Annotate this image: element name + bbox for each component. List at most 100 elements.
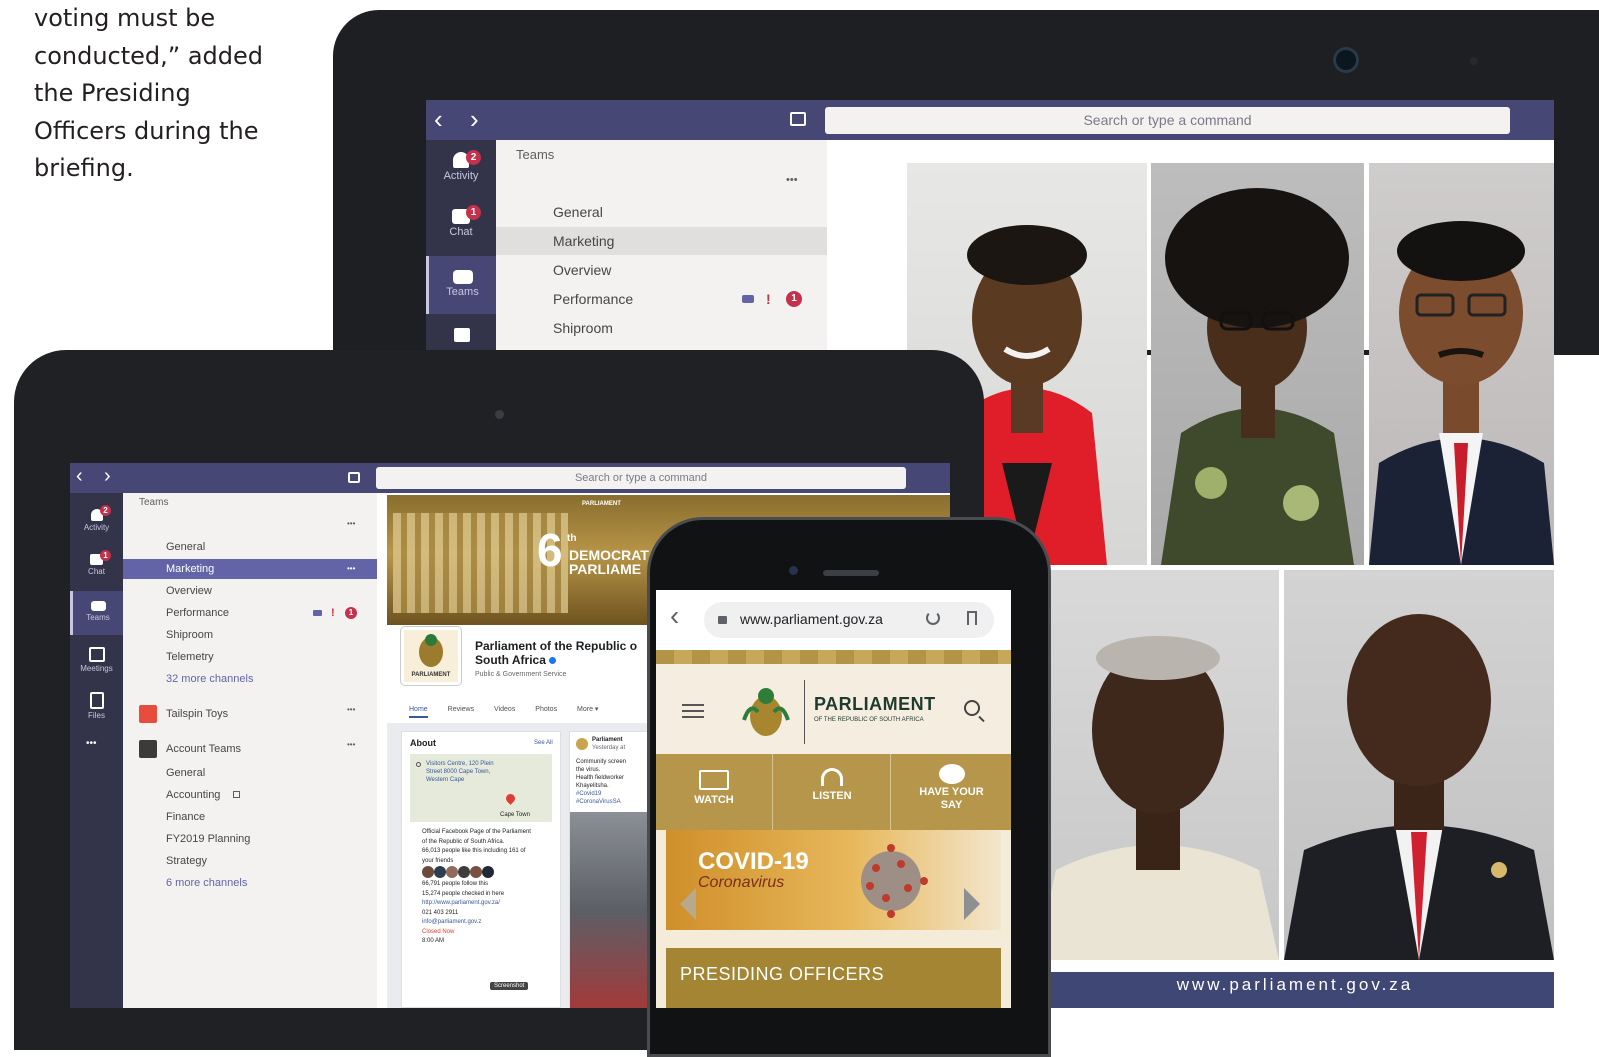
- channel-performance[interactable]: Performance ! 1: [496, 285, 827, 313]
- rail-files[interactable]: Files: [70, 688, 123, 728]
- channel-general[interactable]: General: [123, 537, 377, 557]
- rail-teams[interactable]: Teams: [70, 591, 123, 635]
- about-map[interactable]: Visitors Centre, 120 Plein Street 8000 C…: [410, 754, 552, 822]
- teams-topbar: ‹ › Search or type a command: [426, 100, 1554, 140]
- address-bar[interactable]: www.parliament.gov.za: [704, 602, 994, 638]
- tailspin-toys-icon: [139, 705, 157, 723]
- channel-label: Performance: [166, 607, 229, 619]
- article-line: briefing.: [34, 154, 134, 182]
- back-arrow-icon[interactable]: ‹: [76, 466, 83, 486]
- listen-tile[interactable]: LISTEN: [774, 754, 891, 830]
- channel-overview[interactable]: Overview: [123, 581, 377, 601]
- about-line: 8:00 AM: [422, 938, 445, 944]
- prev-slide-icon[interactable]: [680, 888, 696, 920]
- channel-shiproom[interactable]: Shiproom: [496, 314, 827, 342]
- back-tablet-camera: [1333, 47, 1359, 73]
- tab-photos[interactable]: Photos: [535, 706, 557, 713]
- bookmark-icon[interactable]: [967, 611, 977, 625]
- calendar-icon: [88, 647, 105, 662]
- compose-icon[interactable]: [348, 472, 360, 483]
- more-options-icon[interactable]: •••: [347, 559, 355, 579]
- search-input[interactable]: Search or type a command: [376, 467, 906, 489]
- activity-badge: 2: [100, 505, 111, 516]
- channel-marketing[interactable]: Marketing •••: [123, 559, 377, 579]
- search-input[interactable]: Search or type a command: [825, 107, 1510, 134]
- channel-telemetry[interactable]: Telemetry: [123, 647, 377, 667]
- email-link[interactable]: info@parliament.gov.z: [410, 918, 556, 928]
- teams-channel-pane-front: Teams ••• General Marketing ••• Overview…: [123, 493, 377, 1008]
- channel-fy2019-planning[interactable]: FY2019 Planning: [166, 829, 250, 849]
- calendar-icon[interactable]: [454, 328, 470, 342]
- rail-meetings[interactable]: Meetings: [70, 643, 123, 683]
- more-options-icon[interactable]: •••: [347, 740, 355, 749]
- coat-of-arms-icon: [742, 688, 790, 736]
- page-name-line2: South Africa: [475, 653, 637, 667]
- channel-overview[interactable]: Overview: [496, 256, 827, 284]
- rail-chat[interactable]: 1 Chat: [426, 205, 496, 255]
- more-channels-link[interactable]: 32 more channels: [166, 669, 253, 689]
- search-icon[interactable]: [964, 700, 980, 716]
- hamburger-menu-icon[interactable]: [682, 704, 704, 718]
- coat-of-arms-icon: [419, 634, 443, 667]
- channel-label: Overview: [553, 262, 612, 278]
- browser-back-icon[interactable]: ‹: [670, 602, 679, 630]
- more-channels-link[interactable]: 6 more channels: [166, 873, 247, 893]
- tab-reviews[interactable]: Reviews: [448, 706, 474, 713]
- channel-general[interactable]: General: [166, 763, 205, 783]
- channel-finance[interactable]: Finance: [166, 807, 205, 827]
- next-slide-icon[interactable]: [964, 888, 980, 920]
- channel-label: Shiproom: [553, 320, 613, 336]
- channel-shiproom[interactable]: Shiproom: [123, 625, 377, 645]
- channel-general[interactable]: General: [496, 198, 827, 226]
- rail-activity[interactable]: 2 Activity: [70, 505, 123, 545]
- team-account-teams[interactable]: Account Teams: [166, 740, 241, 758]
- about-items: Official Facebook Page of the Parliament…: [410, 828, 556, 947]
- map-city-label: Cape Town: [500, 812, 530, 818]
- teams-icon: [90, 601, 106, 611]
- channel-accounting[interactable]: Accounting: [166, 785, 220, 805]
- teams-header: Teams: [139, 497, 169, 508]
- rail-label: Chat: [88, 567, 105, 576]
- performance-badge: 1: [786, 291, 802, 307]
- website-link[interactable]: http://www.parliament.gov.za/: [410, 899, 556, 909]
- article-line: conducted,” added: [34, 41, 264, 70]
- rail-activity[interactable]: 2 Activity: [426, 148, 496, 198]
- channel-label: General: [553, 204, 603, 220]
- forward-arrow-icon[interactable]: ›: [470, 106, 479, 132]
- reload-icon[interactable]: [926, 611, 940, 625]
- have-your-say-tile[interactable]: HAVE YOUR SAY: [892, 754, 1011, 830]
- site-header: PARLIAMENT OF THE REPUBLIC OF SOUTH AFRI…: [656, 664, 1011, 754]
- tab-more[interactable]: More ▾: [577, 706, 598, 713]
- more-options-icon[interactable]: •••: [786, 174, 798, 186]
- rail-chat[interactable]: 1 Chat: [70, 550, 123, 590]
- tab-home[interactable]: Home: [409, 706, 428, 718]
- forward-arrow-icon[interactable]: ›: [104, 466, 111, 486]
- presiding-officers-banner[interactable]: PRESIDING OFFICERS: [666, 948, 1001, 1008]
- rail-label: Activity: [443, 170, 479, 182]
- post-line: the virus.: [576, 767, 601, 773]
- channel-label: Marketing: [553, 233, 615, 249]
- portrait-5: [1284, 570, 1554, 960]
- see-all-link[interactable]: See All: [534, 740, 553, 746]
- more-options-icon[interactable]: •••: [347, 519, 355, 528]
- post-line: Khayelitsha.: [576, 783, 609, 789]
- more-options-icon[interactable]: •••: [347, 705, 355, 714]
- about-line: 15,274 people checked in here: [422, 890, 505, 897]
- tab-videos[interactable]: Videos: [494, 706, 515, 713]
- back-arrow-icon[interactable]: ‹: [434, 106, 443, 132]
- channel-label: Shiproom: [166, 629, 214, 641]
- watch-tile[interactable]: WATCH: [656, 754, 773, 830]
- more-apps-icon[interactable]: •••: [86, 738, 97, 749]
- about-line: your friends: [422, 857, 454, 864]
- rail-teams[interactable]: Teams: [426, 256, 496, 314]
- channel-marketing[interactable]: Marketing: [496, 227, 827, 255]
- map-address: Visitors Centre, 120 Plein Street 8000 C…: [426, 760, 494, 784]
- covid-banner[interactable]: COVID-19 Coronavirus: [666, 830, 1001, 930]
- channel-performance[interactable]: Performance ! 1: [123, 603, 377, 623]
- channel-strategy[interactable]: Strategy: [166, 851, 207, 871]
- team-tailspin-toys[interactable]: Tailspin Toys: [166, 705, 228, 723]
- compose-icon[interactable]: [790, 112, 806, 126]
- channel-label: General: [166, 541, 206, 553]
- listen-label: LISTEN: [812, 790, 852, 802]
- post-line: #Covid19: [576, 791, 602, 797]
